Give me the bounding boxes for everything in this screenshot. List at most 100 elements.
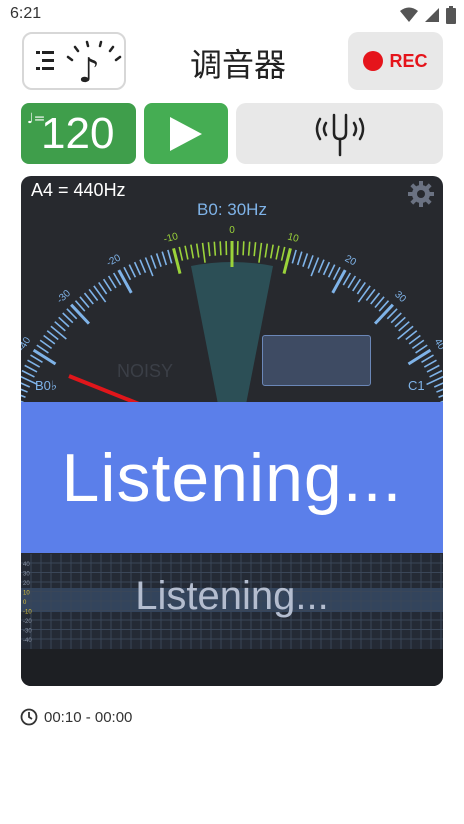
- metronome-icon: ♪: [66, 40, 122, 86]
- gauge-tick: [405, 330, 418, 341]
- gauge-tick-label: -40: [21, 335, 33, 353]
- gauge-tick: [426, 375, 443, 386]
- wifi-icon: [400, 7, 418, 22]
- record-label: REC: [389, 50, 428, 71]
- gauge-tick: [21, 382, 31, 388]
- gauge-tick: [242, 241, 245, 256]
- gauge-tick: [398, 321, 410, 332]
- gauge-tick: [50, 325, 67, 340]
- gauge-tick: [264, 243, 269, 258]
- in-tune-zone: [191, 262, 273, 406]
- gauge-tick-label: 20: [343, 253, 358, 268]
- gauge-tick: [282, 248, 292, 274]
- history-status-text: Listening...: [135, 574, 329, 618]
- reference-pitch[interactable]: A4 = 440Hz: [31, 180, 126, 201]
- gauge-tick: [139, 259, 147, 273]
- gauge-tick: [423, 359, 437, 368]
- gauge-tick: [429, 369, 443, 378]
- tuner-panel: A4 = 440Hz B0: 30Hz -50-40-30-20-1001020…: [21, 176, 443, 686]
- gauge-tick: [207, 242, 211, 257]
- gauge-tick: [327, 264, 336, 278]
- history-scale-label: 40: [23, 562, 30, 568]
- gauge-tick: [98, 282, 108, 295]
- gauge-tick: [54, 321, 66, 332]
- noise-indicator: NOISY: [117, 361, 174, 381]
- tuning-fork-icon: [315, 113, 364, 156]
- gauge-tick: [342, 272, 352, 286]
- gauge-tick: [374, 296, 385, 309]
- gauge-tick: [62, 312, 74, 324]
- gauge-tick: [117, 269, 133, 294]
- tuner-gauge: -50-40-30-20-1001020304050: [21, 225, 443, 406]
- gauge-tick: [438, 394, 443, 398]
- gauge-tick: [394, 316, 406, 328]
- gauge-tick: [407, 348, 432, 366]
- gauge-tick: [347, 275, 357, 289]
- status-icons: [400, 6, 456, 24]
- gauge-tick: [155, 253, 162, 267]
- play-button[interactable]: [144, 103, 228, 164]
- gauge-tick: [357, 285, 371, 303]
- gauge-tick: [408, 334, 421, 345]
- gauge-tick: [21, 388, 28, 393]
- gauge-tick: [150, 255, 157, 269]
- gauge-tick: [331, 269, 347, 294]
- status-text: Listening...: [61, 439, 403, 516]
- gauge-tick-label: 40: [432, 337, 443, 353]
- gauge-tick: [21, 394, 26, 398]
- gauge-tick: [310, 257, 320, 277]
- tuning-fork-button[interactable]: [236, 103, 443, 164]
- history-scale-label: -30: [23, 629, 32, 635]
- gauge-tick: [317, 259, 325, 273]
- gauge-tick-label: -20: [105, 252, 123, 269]
- gauge-tick: [322, 261, 331, 276]
- bpm-button[interactable]: ♩= 120: [21, 103, 136, 164]
- gauge-tick: [280, 246, 286, 261]
- record-button[interactable]: REC: [348, 32, 443, 90]
- gauge-tick: [356, 282, 366, 295]
- gauge-tick: [291, 249, 297, 264]
- status-band: Listening...: [21, 402, 443, 553]
- gauge-tick: [107, 275, 117, 289]
- gauge-tick: [39, 339, 53, 350]
- record-dot-icon: [363, 51, 384, 71]
- status-bar: 6:21: [0, 0, 464, 30]
- svg-text:♪: ♪: [78, 51, 100, 86]
- battery-icon: [446, 6, 456, 24]
- gauge-tick: [43, 334, 56, 345]
- gauge-tick: [253, 242, 257, 257]
- gauge-tick: [128, 264, 137, 278]
- signal-icon: [425, 8, 439, 22]
- play-icon: [170, 116, 202, 151]
- menu-icon: [36, 51, 54, 70]
- gauge-tick: [27, 359, 41, 368]
- bottom-strip: [21, 649, 443, 686]
- gauge-tick: [46, 330, 59, 341]
- gauge-tick: [21, 369, 35, 378]
- history-scale-label: -40: [23, 638, 32, 644]
- gauge-tick-label: -30: [55, 288, 73, 306]
- gauge-tick: [123, 266, 132, 281]
- gauge-tick: [275, 245, 280, 260]
- gauge-tick: [144, 257, 154, 277]
- gauge-tick: [24, 364, 38, 373]
- gauge-tick: [296, 251, 303, 266]
- time-range: 00:10 - 00:00: [20, 708, 132, 726]
- gauge-tick: [88, 288, 99, 302]
- lower-note-label: B0♭: [35, 378, 58, 393]
- time-range-value: 00:10 - 00:00: [44, 708, 133, 726]
- gauge-tick: [83, 292, 94, 305]
- gauge-tick: [373, 303, 394, 325]
- gauge-tick: [390, 312, 402, 324]
- gauge-tick: [79, 296, 90, 309]
- menu-metronome-button[interactable]: ♪: [22, 32, 126, 90]
- page-title: 调音器: [189, 46, 286, 84]
- gauge-tick: [269, 244, 274, 259]
- gauge-tick-label: 0: [229, 225, 235, 236]
- gauge-tick: [397, 325, 414, 340]
- gauge-tick: [133, 261, 142, 276]
- gauge-tick: [219, 241, 222, 256]
- clock-icon: [20, 708, 38, 726]
- gauge-tick: [426, 364, 440, 373]
- gauge-tick-label: -10: [163, 231, 180, 245]
